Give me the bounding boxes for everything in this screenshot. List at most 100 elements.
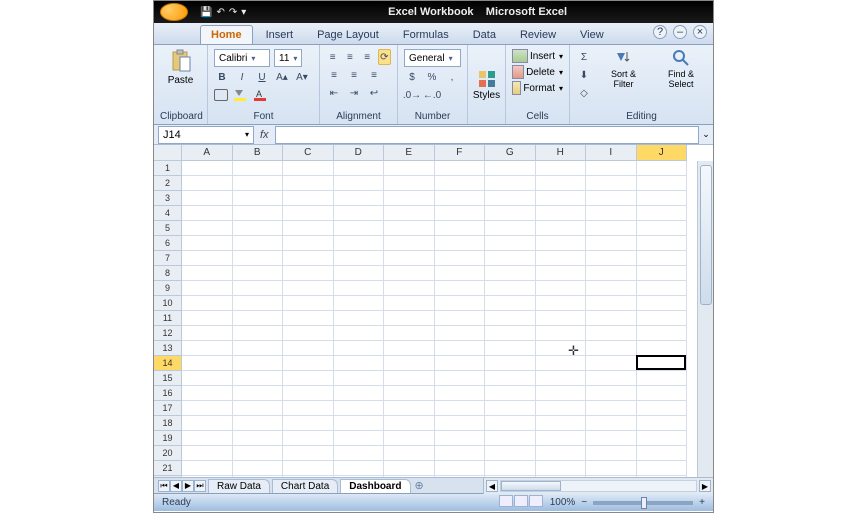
cell[interactable]	[283, 446, 334, 461]
align-bottom-icon[interactable]: ≡	[361, 49, 374, 65]
hscroll-left-icon[interactable]: ◀	[486, 480, 498, 492]
cell[interactable]	[384, 221, 435, 236]
cell[interactable]	[334, 266, 385, 281]
column-header-H[interactable]: H	[536, 145, 587, 161]
row-header-5[interactable]: 5	[154, 221, 182, 236]
cell[interactable]	[536, 356, 587, 371]
cell[interactable]	[182, 281, 233, 296]
cell[interactable]	[435, 356, 486, 371]
cell[interactable]	[586, 266, 637, 281]
cell[interactable]	[637, 326, 688, 341]
cell[interactable]	[384, 251, 435, 266]
cell[interactable]	[435, 371, 486, 386]
cell[interactable]	[536, 221, 587, 236]
cell[interactable]	[182, 386, 233, 401]
cell[interactable]	[586, 386, 637, 401]
cell[interactable]	[586, 446, 637, 461]
cell[interactable]	[485, 386, 536, 401]
cell[interactable]	[435, 266, 486, 281]
cell[interactable]	[233, 431, 284, 446]
hscroll-right-icon[interactable]: ▶	[699, 480, 711, 492]
shrink-font-icon[interactable]: A▾	[294, 69, 310, 85]
sheet-tab-chart-data[interactable]: Chart Data	[272, 479, 338, 493]
decrease-decimal-icon[interactable]: ←.0	[424, 87, 440, 103]
cell[interactable]	[485, 401, 536, 416]
formula-expand-icon[interactable]: ⌄	[699, 129, 713, 140]
column-header-A[interactable]: A	[182, 145, 233, 161]
cell[interactable]	[283, 431, 334, 446]
cell[interactable]	[637, 431, 688, 446]
delete-cells-button[interactable]: Delete	[512, 65, 563, 79]
cell[interactable]	[182, 251, 233, 266]
cell[interactable]	[334, 356, 385, 371]
zoom-out-icon[interactable]: −	[581, 497, 587, 508]
cell[interactable]	[182, 221, 233, 236]
cell[interactable]	[637, 161, 688, 176]
cell[interactable]	[536, 176, 587, 191]
cell[interactable]	[435, 176, 486, 191]
cell[interactable]	[637, 206, 688, 221]
align-top-icon[interactable]: ≡	[326, 49, 339, 65]
hscroll-track[interactable]	[500, 480, 697, 492]
cell[interactable]	[485, 281, 536, 296]
row-header-14[interactable]: 14	[154, 356, 182, 371]
cell[interactable]	[485, 161, 536, 176]
cell[interactable]	[435, 296, 486, 311]
cell[interactable]	[334, 416, 385, 431]
worksheet-grid[interactable]: ABCDEFGHIJ 12345678910111213141516171819…	[154, 145, 713, 477]
name-box[interactable]: J14 ▾	[158, 126, 254, 144]
cell[interactable]	[637, 236, 688, 251]
undo-icon[interactable]: ↶	[216, 7, 224, 18]
cell[interactable]	[334, 401, 385, 416]
cell[interactable]	[485, 236, 536, 251]
row-header-16[interactable]: 16	[154, 386, 182, 401]
cell[interactable]	[334, 251, 385, 266]
cell[interactable]	[233, 191, 284, 206]
font-name-combo[interactable]: Calibri	[214, 49, 270, 67]
cell[interactable]	[485, 461, 536, 476]
cell[interactable]	[283, 251, 334, 266]
cell[interactable]	[536, 266, 587, 281]
cell[interactable]	[637, 446, 688, 461]
cell[interactable]	[384, 356, 435, 371]
cell[interactable]	[435, 206, 486, 221]
cell[interactable]	[182, 461, 233, 476]
cell[interactable]	[435, 446, 486, 461]
cell[interactable]	[233, 161, 284, 176]
cell[interactable]	[536, 236, 587, 251]
cell[interactable]	[637, 311, 688, 326]
column-header-F[interactable]: F	[435, 145, 486, 161]
cell[interactable]	[283, 326, 334, 341]
cell[interactable]	[283, 206, 334, 221]
row-header-4[interactable]: 4	[154, 206, 182, 221]
cell[interactable]	[536, 386, 587, 401]
cell[interactable]	[182, 371, 233, 386]
row-header-9[interactable]: 9	[154, 281, 182, 296]
cell[interactable]	[586, 371, 637, 386]
office-button[interactable]	[160, 3, 188, 21]
cell[interactable]	[233, 401, 284, 416]
cell[interactable]	[334, 311, 385, 326]
cell[interactable]	[435, 461, 486, 476]
cell[interactable]	[485, 251, 536, 266]
cell[interactable]	[384, 371, 435, 386]
cell[interactable]	[485, 341, 536, 356]
column-header-E[interactable]: E	[384, 145, 435, 161]
cell[interactable]	[485, 356, 536, 371]
cell[interactable]	[435, 386, 486, 401]
cell[interactable]	[435, 251, 486, 266]
cell[interactable]	[182, 206, 233, 221]
sheet-nav-last-icon[interactable]: ⏭	[194, 480, 206, 492]
cell[interactable]	[485, 206, 536, 221]
cell[interactable]	[334, 371, 385, 386]
cell[interactable]	[384, 416, 435, 431]
cell[interactable]	[536, 281, 587, 296]
cell[interactable]	[283, 461, 334, 476]
help-icon[interactable]: ?	[653, 25, 667, 39]
cell[interactable]	[182, 191, 233, 206]
autosum-icon[interactable]: Σ	[576, 49, 592, 65]
cell[interactable]	[233, 446, 284, 461]
name-box-dropdown-icon[interactable]: ▾	[245, 130, 249, 139]
select-all-corner[interactable]	[154, 145, 182, 161]
sheet-nav-prev-icon[interactable]: ◀	[170, 480, 182, 492]
